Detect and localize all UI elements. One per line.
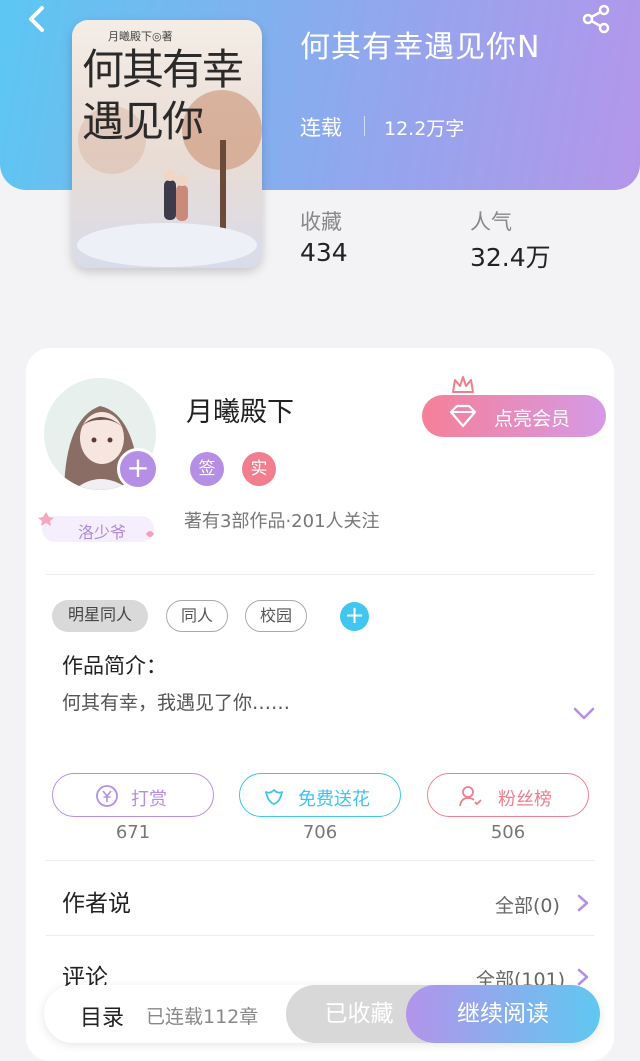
author-meta: 著有3部作品·201人关注 — [184, 511, 380, 532]
vip-button-label: 点亮会员 — [494, 408, 571, 430]
cover-title: 何其有幸遇见你 — [82, 45, 244, 146]
chapter-count: 已连载112章 — [146, 1006, 259, 1028]
expand-chevron-icon[interactable] — [572, 706, 596, 722]
tag-1[interactable]: 同人 — [166, 600, 228, 632]
yuan-icon — [96, 785, 118, 807]
add-tag-button[interactable]: + — [340, 602, 369, 631]
send-flower-button[interactable]: 免费送花 — [239, 773, 401, 817]
catalog-button[interactable]: 目录 — [80, 1000, 124, 1032]
nickname-text: 洛少爷 — [78, 523, 127, 542]
author-says-title: 作者说 — [62, 891, 131, 917]
vip-button[interactable]: 点亮会员 — [422, 395, 606, 437]
reward-button[interactable]: 打赏 — [52, 773, 214, 817]
continue-reading-button[interactable]: 继续阅读 — [406, 985, 600, 1043]
fan-rank-label: 粉丝榜 — [498, 789, 552, 810]
cover-author: 月曦殿下◎著 — [108, 30, 173, 43]
word-count: 12.2万字 — [384, 118, 465, 140]
diamond-icon — [449, 404, 477, 428]
popularity-count: 32.4万 — [470, 243, 551, 272]
verified-badge: 实 — [242, 452, 276, 486]
tag-0[interactable]: 明星同人 — [52, 600, 148, 632]
divider-author — [46, 574, 594, 575]
popularity-label: 人气 — [470, 210, 512, 234]
divider-actions — [46, 860, 594, 861]
signed-badge: 签 — [190, 452, 224, 486]
flower-icon — [265, 789, 283, 805]
author-name[interactable]: 月曦殿下 — [186, 390, 294, 429]
book-status: 连载 — [300, 116, 342, 140]
tag-2[interactable]: 校园 — [245, 600, 307, 632]
chevron-right-icon[interactable] — [576, 967, 590, 987]
collect-label: 收藏 — [300, 210, 342, 234]
collect-count: 434 — [300, 238, 348, 267]
fan-rank-count: 506 — [490, 822, 526, 843]
fan-rank-button[interactable]: 粉丝榜 — [427, 773, 589, 817]
book-title: 何其有幸遇见你N — [300, 30, 541, 65]
intro-title: 作品简介： — [62, 654, 167, 678]
chevron-right-icon[interactable] — [576, 893, 590, 913]
crown-icon — [452, 376, 474, 393]
share-icon — [582, 4, 610, 34]
intro-text: 何其有幸，我遇见了你…… — [62, 692, 291, 714]
reward-label: 打赏 — [131, 789, 167, 810]
chevron-left-icon — [29, 6, 44, 32]
status-divider — [364, 116, 365, 136]
send-flower-label: 免费送花 — [298, 789, 370, 810]
user-icon — [459, 786, 482, 807]
send-flower-count: 706 — [302, 822, 338, 843]
author-says-all-link[interactable]: 全部(0) — [495, 891, 560, 918]
book-cover[interactable]: 何其有幸遇见你 月曦殿下◎著 — [72, 20, 262, 268]
follow-author-button[interactable]: + — [117, 448, 159, 490]
back-button[interactable] — [22, 4, 52, 34]
reward-count: 671 — [115, 822, 151, 843]
share-button[interactable] — [580, 4, 614, 34]
divider-author-says — [46, 935, 594, 936]
